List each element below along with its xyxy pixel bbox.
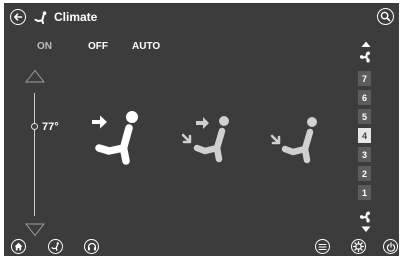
fan-level-2[interactable]: 2 [358, 166, 371, 181]
power-icon [386, 241, 395, 252]
home-button[interactable] [11, 239, 26, 254]
temperature-value: 77° [42, 121, 59, 133]
fan-level-6[interactable]: 6 [358, 90, 371, 105]
airflow-face-button[interactable] [90, 108, 152, 175]
temperature-slider-thumb[interactable] [31, 123, 38, 130]
temperature-up-button[interactable] [25, 69, 45, 83]
airflow-feet-icon [270, 117, 317, 164]
headphones-icon [87, 242, 96, 251]
mode-on-button[interactable]: ON [37, 41, 52, 52]
airflow-feet-button[interactable] [268, 116, 326, 173]
airflow-face-feet-button[interactable] [180, 115, 242, 172]
mode-auto-button[interactable]: AUTO [132, 41, 160, 52]
mode-off-button[interactable]: OFF [88, 41, 108, 52]
airflow-face-feet-icon [181, 116, 229, 163]
back-arrow-icon [14, 13, 23, 21]
fan-level-7[interactable]: 7 [358, 71, 371, 86]
fan-level-4[interactable]: 4 [358, 128, 371, 143]
menu-icon [318, 243, 327, 250]
airflow-face-icon [92, 111, 138, 165]
fan-level-5[interactable]: 5 [358, 109, 371, 124]
climate-nav-button[interactable] [48, 239, 63, 254]
top-bar: Climate [4, 3, 399, 31]
climate-icon [51, 242, 59, 251]
climate-screen: Climate ON OFF AUTO 77° 7 6 5 4 3 2 1 [4, 3, 399, 256]
fan-level-1[interactable]: 1 [358, 185, 371, 200]
fan-decrease-icon[interactable] [359, 209, 373, 233]
search-button[interactable] [377, 8, 394, 25]
page-title: Climate [54, 10, 98, 24]
fan-level-3[interactable]: 3 [358, 147, 371, 162]
search-icon [380, 11, 391, 22]
fan-increase-icon[interactable] [359, 41, 373, 65]
audio-button[interactable] [84, 239, 99, 254]
temperature-down-button[interactable] [25, 223, 45, 237]
home-icon [14, 242, 23, 251]
settings-button[interactable] [351, 239, 366, 254]
power-button[interactable] [383, 239, 398, 254]
settings-icon [353, 241, 364, 252]
back-button[interactable] [10, 9, 26, 25]
climate-icon [34, 11, 47, 24]
fan-speed-levels: 7 6 5 4 3 2 1 [358, 71, 371, 204]
menu-button[interactable] [315, 239, 330, 254]
temperature-slider-track[interactable] [34, 93, 35, 216]
